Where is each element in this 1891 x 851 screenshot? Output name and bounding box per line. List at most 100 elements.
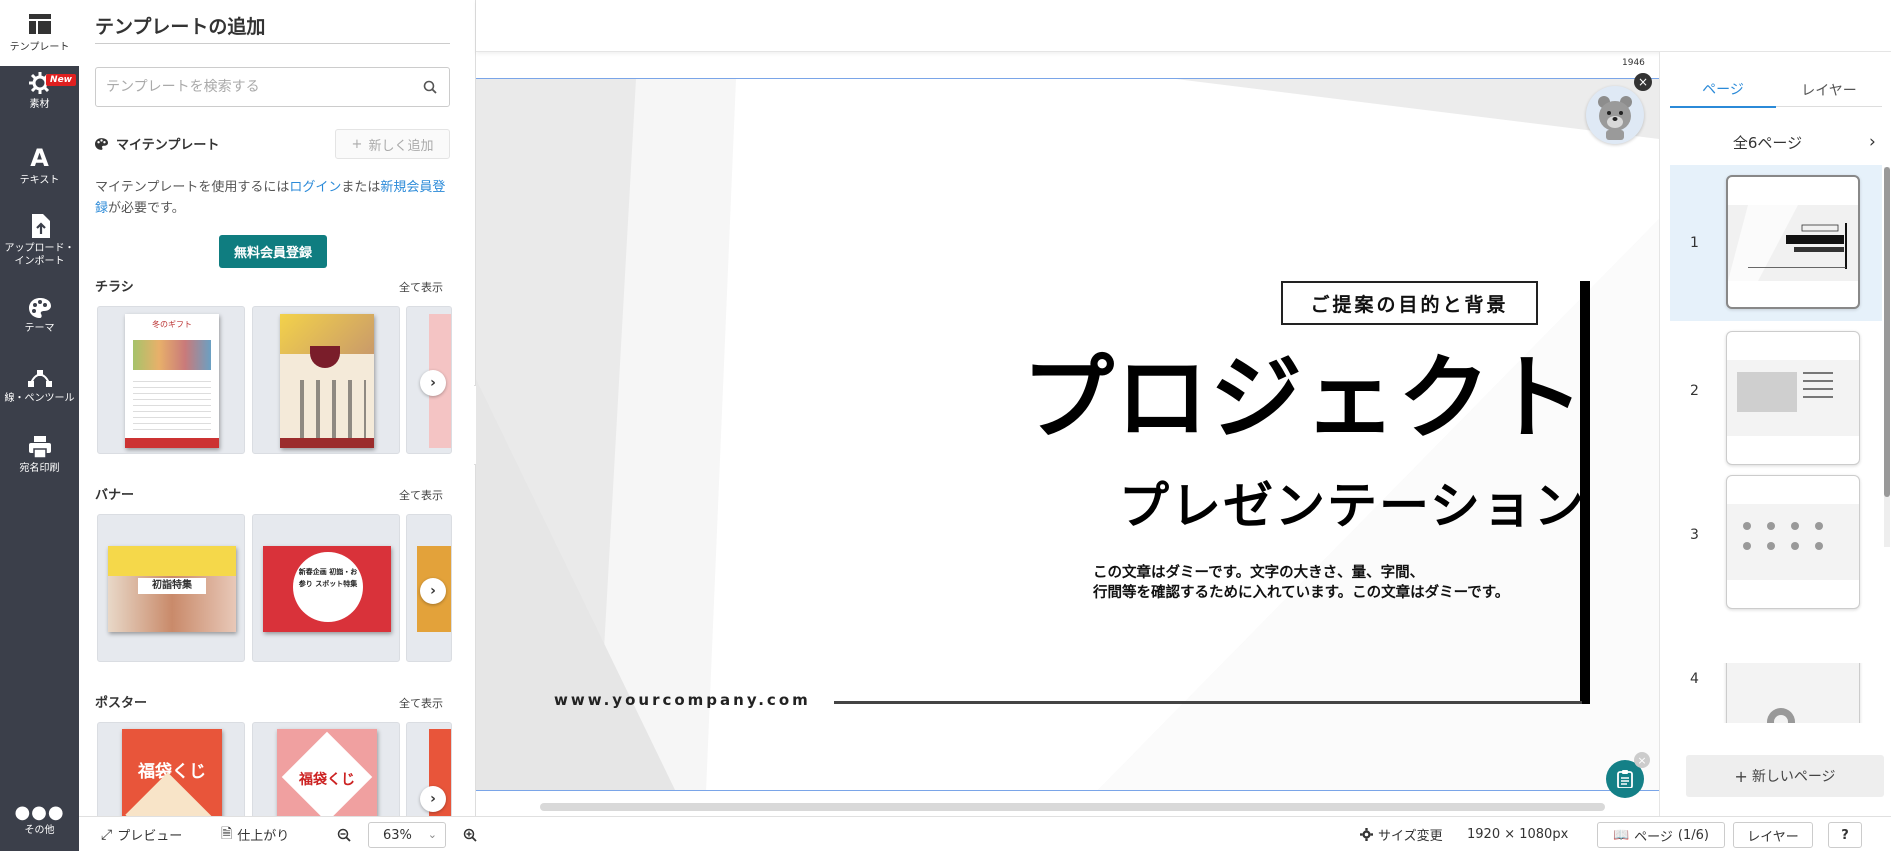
rail-item-template[interactable]: テンプレート: [0, 0, 79, 66]
clipboard-icon: [1617, 770, 1633, 788]
template-thumb[interactable]: [252, 306, 400, 454]
page-navigator-button[interactable]: 📖 ページ (1/6): [1597, 822, 1725, 848]
slide-subtitle[interactable]: プレゼンテーション: [1016, 466, 1586, 538]
template-icon: [28, 13, 51, 34]
new-page-label: 新しいページ: [1751, 769, 1836, 785]
section-title-banners: バナー: [95, 488, 135, 503]
banner-preview: 新春企画 初詣・お参り スポット特集: [263, 546, 391, 632]
my-templates-note: マイテンプレートを使用するにはログインまたは新規会員登録が必要です。: [95, 177, 455, 219]
printer-icon: [28, 436, 51, 458]
canvas-dimensions: 1920 × 1080px: [1467, 827, 1569, 842]
book-icon: 📖: [1612, 827, 1630, 843]
body-line: 行間等を確認するために入れています。この文章はダミーです。: [1093, 585, 1510, 601]
poster-heading: 福袋くじ: [299, 772, 355, 788]
page-number: 1: [1690, 235, 1699, 251]
section-title-flyers: チラシ: [95, 280, 134, 295]
banner-heading: 新春企画 初詣・お参り スポット特集: [298, 568, 358, 588]
finish-button[interactable]: 🗎 仕上がり: [221, 817, 289, 851]
app: テンプレート 素材 New A テキスト アップロード・ インポート テーマ 線…: [0, 0, 1891, 851]
banner-heading: 初詣特集: [138, 578, 206, 594]
search-icon[interactable]: [423, 80, 437, 94]
close-icon[interactable]: ×: [1634, 73, 1652, 91]
rail-item-pen-tool[interactable]: 線・ペンツール: [0, 370, 79, 405]
divider: [1776, 106, 1882, 107]
rail-label: その他: [24, 825, 55, 836]
new-page-button[interactable]: + 新しいページ: [1686, 755, 1884, 797]
show-all-flyers-link[interactable]: 全て表示: [399, 279, 443, 295]
proposal-label[interactable]: ご提案の目的と背景: [1281, 281, 1538, 325]
add-template-button[interactable]: + 新しく追加: [335, 129, 450, 159]
page-number: 4: [1690, 671, 1699, 687]
rail-item-upload[interactable]: アップロード・ インポート: [0, 214, 79, 268]
chevron-right-icon[interactable]: ›: [420, 578, 446, 604]
page-row[interactable]: 4: [1670, 663, 1882, 723]
rail-label: 素材: [29, 99, 50, 110]
show-all-banners-link[interactable]: 全て表示: [399, 487, 443, 503]
page-row[interactable]: 2: [1670, 331, 1882, 487]
panel-tabs: ページ レイヤー: [1670, 72, 1882, 108]
page-indicator: (1/6): [1677, 827, 1709, 843]
bottles-image: [288, 380, 366, 438]
vertical-scrollbar[interactable]: [1884, 167, 1890, 547]
assistant-mascot[interactable]: [1586, 86, 1644, 144]
pages-panel: ページ レイヤー 全6ページ › 1 2 3 4 + 新しいページ: [1659, 52, 1891, 816]
company-url[interactable]: www.yourcompany.com: [554, 691, 811, 709]
chevron-down-icon: ⌄: [427, 828, 437, 841]
rail-label: 線・ペンツール: [4, 393, 75, 404]
show-all-posters-link[interactable]: 全て表示: [399, 695, 443, 711]
left-rail: テンプレート 素材 New A テキスト アップロード・ インポート テーマ 線…: [0, 0, 79, 851]
slide-title[interactable]: プロジェクト: [1006, 324, 1586, 457]
horizontal-rule[interactable]: [834, 701, 1582, 704]
flyer-heading: 冬のギフト: [152, 320, 192, 329]
template-thumb[interactable]: 冬のギフト: [97, 306, 245, 454]
note-or: または: [341, 180, 381, 195]
page-row[interactable]: 3: [1670, 475, 1882, 653]
my-templates-heading: マイテンプレート: [95, 134, 219, 153]
page-thumbnail[interactable]: [1726, 175, 1860, 309]
chevron-right-icon[interactable]: ›: [420, 370, 446, 396]
zoom-in-button[interactable]: [463, 817, 477, 851]
zoom-in-icon: [463, 828, 477, 842]
tab-layers[interactable]: レイヤー: [1776, 72, 1882, 108]
chevron-right-icon[interactable]: ›: [420, 786, 446, 812]
rail-label: テーマ: [24, 323, 55, 334]
ruler-label: 1946: [1620, 58, 1647, 68]
page-thumbnail[interactable]: [1726, 331, 1860, 465]
preview-button[interactable]: ⤢ プレビュー: [101, 817, 182, 851]
slide-canvas[interactable]: ご提案の目的と背景 プロジェクト プレゼンテーション この文章はダミーです。文字…: [476, 78, 1659, 791]
page-thumbnail[interactable]: [1726, 663, 1860, 723]
more-icon: ●●●: [14, 802, 65, 823]
layer-button[interactable]: レイヤー: [1733, 822, 1813, 848]
size-change-button[interactable]: サイズ変更: [1360, 817, 1443, 851]
page-preview: [1728, 205, 1858, 281]
page-preview: [1727, 360, 1859, 436]
body-line: この文章はダミーです。文字の大きさ、量、字間、: [1093, 565, 1425, 581]
rail-item-more[interactable]: ●●● その他: [0, 802, 79, 837]
rail-label: テンプレート: [9, 41, 70, 53]
page-thumbnail[interactable]: [1726, 475, 1860, 609]
bear-icon: [1598, 96, 1632, 140]
zoom-select[interactable]: 63% ⌄: [368, 822, 446, 848]
top-toolbar: [476, 0, 1891, 52]
close-icon[interactable]: ×: [1634, 752, 1650, 768]
tab-pages[interactable]: ページ: [1670, 72, 1776, 108]
vertical-bar[interactable]: [1580, 281, 1590, 704]
rail-item-theme[interactable]: テーマ: [0, 298, 79, 335]
scrollbar-thumb[interactable]: [1884, 167, 1890, 497]
horizontal-scrollbar[interactable]: [540, 803, 1605, 811]
chevron-right-icon[interactable]: ›: [1869, 132, 1876, 152]
free-register-button[interactable]: 無料会員登録: [219, 235, 327, 268]
rail-item-text[interactable]: A テキスト: [0, 146, 79, 187]
slide-body-text[interactable]: この文章はダミーです。文字の大きさ、量、字間、 行間等を確認するために入れていま…: [1093, 563, 1573, 603]
note-prefix: マイテンプレートを使用するには: [95, 180, 290, 195]
text-icon: A: [30, 144, 49, 172]
zoom-out-button[interactable]: [337, 817, 351, 851]
zoom-value: 63%: [383, 827, 412, 843]
search-input[interactable]: [106, 76, 406, 98]
page-row[interactable]: 1: [1670, 165, 1882, 321]
template-thumb[interactable]: 新春企画 初詣・お参り スポット特集: [252, 514, 400, 662]
rail-item-address-print[interactable]: 宛名印刷: [0, 436, 79, 475]
login-link[interactable]: ログイン: [289, 180, 341, 195]
help-button[interactable]: ?: [1828, 822, 1862, 848]
template-thumb[interactable]: 初詣特集: [97, 514, 245, 662]
